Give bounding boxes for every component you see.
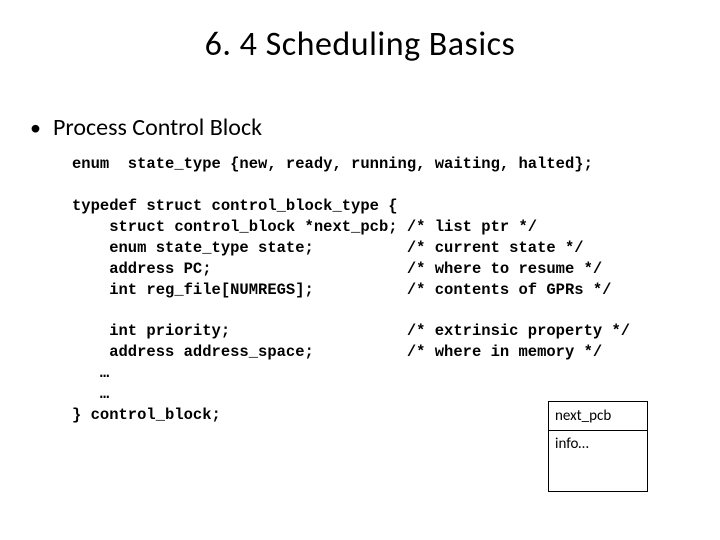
diagram-bottom-cell: info… — [549, 431, 647, 491]
bullet-dot-icon: • — [30, 117, 41, 139]
code-block: enum state_type {new, ready, running, wa… — [72, 154, 720, 426]
bullet-item: • Process Control Block — [30, 113, 720, 142]
pcb-diagram: next_pcb info… — [548, 401, 648, 492]
bullet-text: Process Control Block — [53, 113, 262, 142]
slide-title: 6. 4 Scheduling Basics — [0, 0, 720, 65]
slide: 6. 4 Scheduling Basics • Process Control… — [0, 0, 720, 540]
diagram-top-cell: next_pcb — [549, 402, 647, 431]
